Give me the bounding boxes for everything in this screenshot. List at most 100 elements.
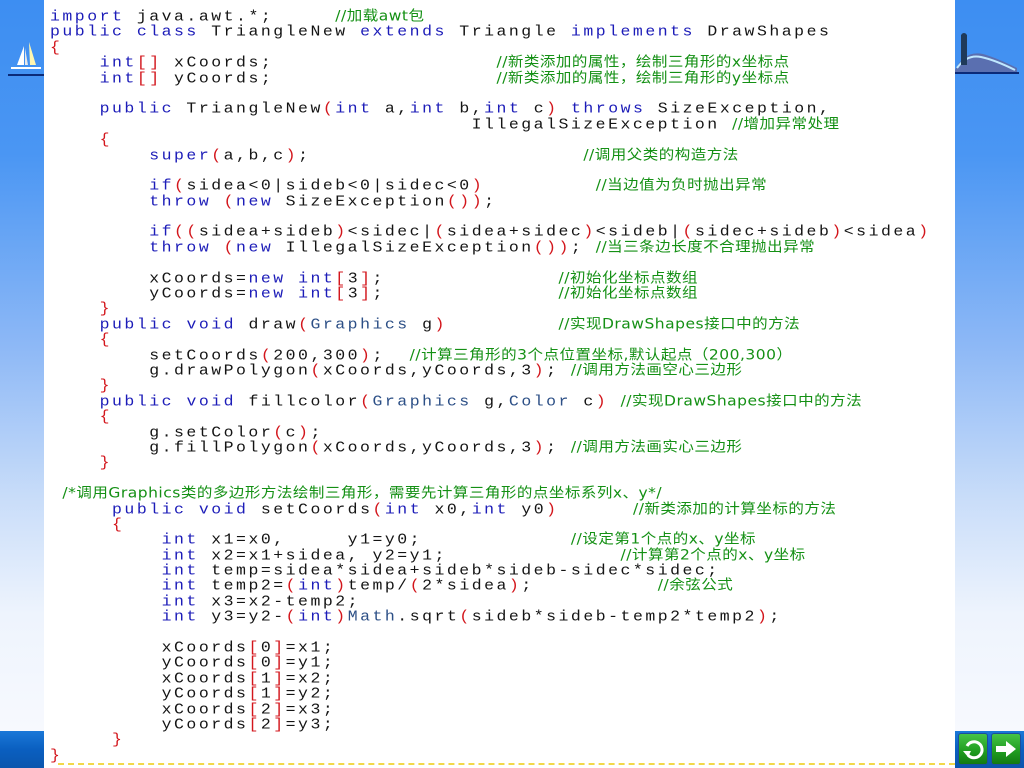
code-keyword: void <box>198 500 249 518</box>
code-keyword: int <box>99 69 137 87</box>
code-comment: //新类添加的属性，绘制三角形的x坐标点 <box>496 53 790 71</box>
code-line: { <box>50 130 931 149</box>
code-line: } <box>50 455 931 470</box>
code-keyword: throw <box>149 238 212 257</box>
sailboat-icon <box>8 38 44 78</box>
replay-icon <box>962 738 984 760</box>
code-punctuation: ( <box>409 577 423 595</box>
code-line: int x1=x0, y1=y0; //设定第1个点的x、y坐标 <box>50 532 931 547</box>
code-line: public void fillcolor(Graphics g,Color c… <box>50 392 931 411</box>
code-keyword: class <box>136 23 199 41</box>
code-keyword: new <box>236 192 274 210</box>
code-punctuation: ) <box>285 146 299 164</box>
code-line: import java.awt.*; //加载awt包 <box>50 9 931 24</box>
code-line: public void setCoords(int x0,int y0) //新… <box>50 500 931 518</box>
code-text: ; <box>546 361 571 380</box>
code-punctuation: } <box>112 731 125 749</box>
code-line: yCoords[2]=y3; <box>50 715 931 734</box>
code-comment: //计算第2个点的x、y坐标 <box>620 546 806 564</box>
code-keyword: super <box>149 146 212 164</box>
dashed-divider <box>58 763 955 765</box>
code-punctuation: ) <box>335 608 348 626</box>
code-line: { <box>50 40 931 55</box>
code-line: int y3=y2-(int)Math.sqrt(sideb*sideb-tem… <box>50 608 931 626</box>
code-text: 3 <box>347 284 361 303</box>
code-comment: //增加异常处理 <box>732 115 840 133</box>
code-keyword: extends <box>360 23 447 41</box>
code-line: g.setColor(c); <box>50 424 931 439</box>
code-punctuation: ( <box>310 438 323 457</box>
code-line: setCoords(200,300); //计算三角形的3个点位置坐标,默认起点… <box>50 348 931 363</box>
code-line: throw (new IllegalSizeException()); //当三… <box>50 238 931 257</box>
code-punctuation: { <box>99 130 113 149</box>
code-line: int temp2=(int)temp/(2*sidea); //余弦公式 <box>50 577 931 595</box>
code-keyword: void <box>186 392 237 411</box>
code-comment: //新类添加的计算坐标的方法 <box>632 500 837 517</box>
code-line: if(sidea<0|sideb<0|sidec<0) //当边值为负时抛出异常 <box>50 177 931 194</box>
code-comment: //初始化坐标点数组 <box>558 269 698 286</box>
code-text: ; <box>298 146 584 164</box>
code-comment: //实现DrawShapes接口中的方法 <box>558 315 801 333</box>
code-text: SizeException <box>273 192 447 210</box>
code-comment: //初始化坐标点数组 <box>558 284 698 302</box>
code-keyword: int <box>161 608 199 626</box>
code-text: y3=y2- <box>198 608 286 626</box>
code-type: Color <box>508 392 571 411</box>
code-punctuation: ) <box>918 223 931 241</box>
next-button[interactable] <box>991 733 1021 765</box>
code-text: DrawShapes <box>694 23 832 41</box>
code-line: yCoords=new int[3]; //初始化坐标点数组 <box>50 284 931 303</box>
code-line: yCoords[1]=y2; <box>50 686 931 701</box>
code-text: setCoords <box>248 500 373 518</box>
code-line: /*调用Graphics类的多边形方法绘制三角形，需要先计算三角形的点坐标系列x… <box>50 485 931 502</box>
code-line: int x2=x1+sidea, y2=y1; //计算第2个点的x、y坐标 <box>50 546 931 564</box>
code-text: =y3; <box>285 715 336 734</box>
code-text: <sidea <box>843 223 919 241</box>
code-line: IllegalSizeException //增加异常处理 <box>50 115 931 133</box>
code-punctuation: ( <box>459 608 472 626</box>
code-line: int temp=sidea*sidea+sideb*sideb-sidec*s… <box>50 563 931 578</box>
code-text: ; <box>484 192 497 210</box>
code-text: sideb*sideb-temp2*temp2 <box>471 608 757 626</box>
code-text: draw <box>236 315 299 334</box>
code-punctuation: ()) <box>533 238 571 257</box>
code-punctuation: ( <box>223 192 237 210</box>
code-text: y0 <box>508 500 547 518</box>
code-keyword: new <box>236 238 274 257</box>
code-punctuation: ( <box>310 361 323 380</box>
code-keyword: int <box>384 500 423 518</box>
code-line: g.drawPolygon(xCoords,yCoords,3); //调用方法… <box>50 361 931 380</box>
code-punctuation: [ <box>248 715 261 734</box>
code-punctuation: ( <box>211 146 224 164</box>
code-text: g, <box>471 392 509 411</box>
code-punctuation: ) <box>546 500 559 518</box>
code-line: { <box>50 409 931 424</box>
code-punctuation: ) <box>434 315 447 334</box>
code-comment: //新类添加的属性，绘制三角形的y坐标点 <box>496 69 790 86</box>
code-line: throw (new SizeException()); <box>50 192 931 210</box>
arrow-right-icon <box>994 738 1018 760</box>
code-text: IllegalSizeException <box>50 115 733 133</box>
code-text: IllegalSizeException <box>273 238 534 257</box>
code-text: 2 <box>260 715 274 734</box>
code-punctuation: ] <box>360 284 373 303</box>
code-punctuation: ) <box>533 438 547 457</box>
code-text: ; <box>521 577 658 595</box>
left-decor-strip <box>0 0 44 768</box>
code-text: xCoords,yCoords,3 <box>322 438 534 457</box>
code-text: .sqrt <box>397 608 460 626</box>
code-type: Graphics <box>372 392 472 411</box>
code-comment: //调用方法画实心三边形 <box>570 438 743 456</box>
replay-button[interactable] <box>958 733 988 765</box>
code-comment: //当三条边长度不合理抛出异常 <box>595 238 816 256</box>
